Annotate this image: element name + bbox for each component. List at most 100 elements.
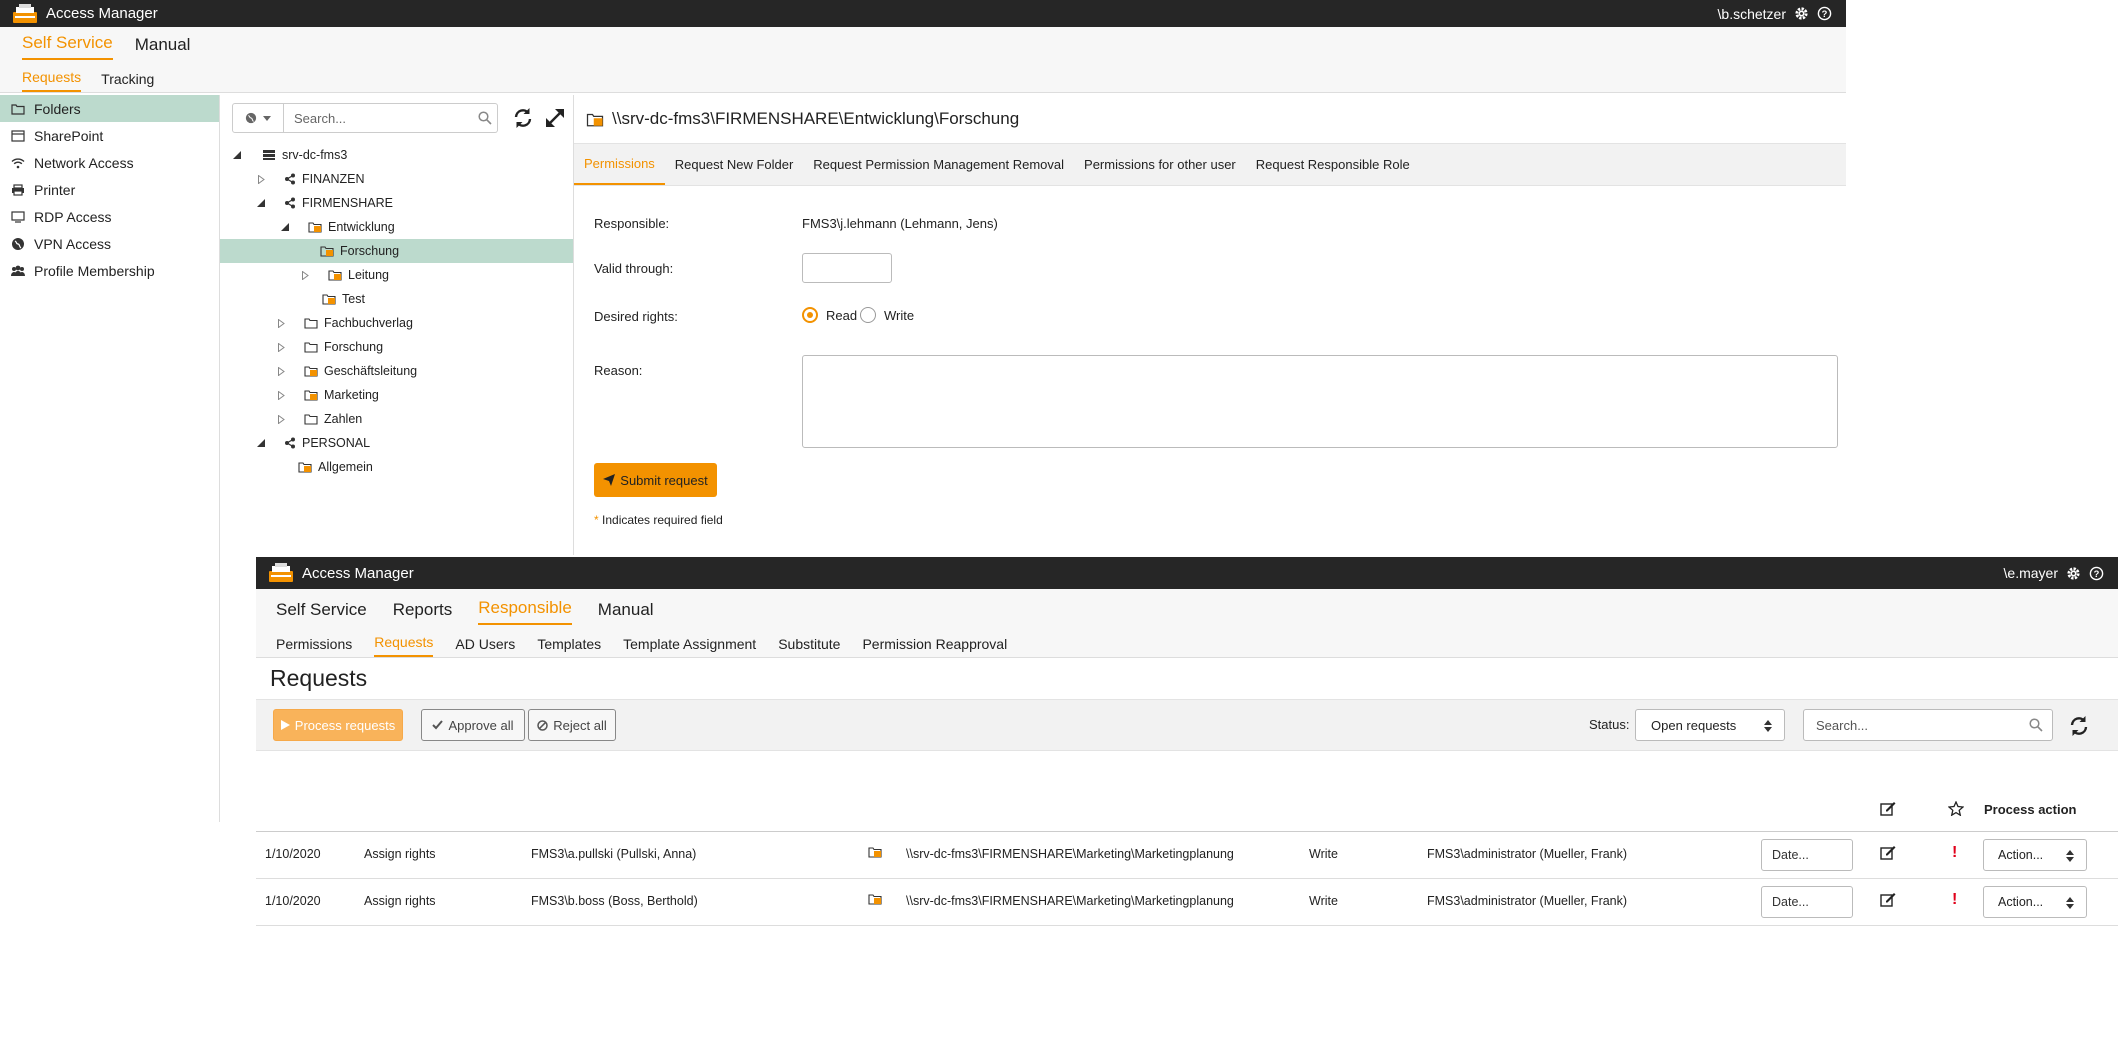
nav-reports[interactable]: Reports — [393, 600, 453, 625]
tree-node-leitung[interactable]: Leitung — [300, 263, 389, 287]
title-bar: Access Manager \b.schetzer ? — [0, 0, 1846, 27]
tab-permission-reapproval[interactable]: Permission Reapproval — [862, 636, 1007, 657]
expand-icon[interactable] — [544, 107, 566, 129]
scope-dropdown[interactable] — [232, 103, 284, 133]
sidebar-item-label: Network Access — [34, 154, 134, 171]
expand-triangle-icon[interactable] — [276, 414, 286, 424]
tree-node-personal[interactable]: PERSONAL — [256, 431, 370, 455]
tree-node-label: FIRMENSHARE — [302, 196, 393, 210]
alert-icon: ! — [1952, 891, 1958, 908]
radio-write-dot[interactable] — [860, 307, 876, 323]
tree-node-forschung-selected[interactable]: Forschung — [220, 239, 573, 263]
tab-requests[interactable]: Requests — [22, 69, 82, 92]
tab-template-assignment[interactable]: Template Assignment — [623, 636, 756, 657]
tree-node-forschung[interactable]: Forschung — [276, 335, 383, 359]
table-row[interactable]: 1/10/2020 Assign rights FMS3\b.boss (Bos… — [256, 879, 2118, 926]
expand-triangle-icon[interactable] — [276, 342, 286, 352]
row-date-input[interactable] — [1761, 839, 1853, 871]
required-star: * — [594, 513, 599, 527]
tab-ad-users[interactable]: AD Users — [455, 636, 515, 657]
collapse-triangle-icon[interactable] — [232, 150, 242, 160]
submit-request-button[interactable]: Submit request — [594, 463, 717, 497]
tab-permissions[interactable]: Permissions — [574, 144, 665, 185]
tree-node-finanzen[interactable]: FINANZEN — [256, 167, 365, 191]
expand-triangle-icon[interactable] — [276, 318, 286, 328]
current-user[interactable]: \b.schetzer — [1718, 6, 1786, 22]
tab-request-responsible-role[interactable]: Request Responsible Role — [1246, 144, 1420, 185]
row-action-select[interactable]: Action... — [1983, 839, 2087, 871]
tab-permissions-for-other-user[interactable]: Permissions for other user — [1074, 144, 1246, 185]
help-icon[interactable]: ? — [2089, 566, 2104, 581]
expand-triangle-icon[interactable] — [276, 366, 286, 376]
tab-requests[interactable]: Requests — [374, 634, 434, 657]
refresh-icon[interactable] — [512, 107, 534, 129]
expand-triangle-icon[interactable] — [300, 270, 310, 280]
process-requests-button[interactable]: Process requests — [273, 709, 403, 741]
tree-node-allgemein[interactable]: Allgemein — [298, 455, 373, 479]
tab-permissions[interactable]: Permissions — [276, 636, 352, 657]
tree-node-srv-dc-fms3[interactable]: srv-dc-fms3 — [232, 143, 347, 167]
sidebar-item-printer[interactable]: Printer — [0, 176, 219, 203]
users-icon — [10, 264, 26, 278]
tab-request-permission-management-removal[interactable]: Request Permission Management Removal — [803, 144, 1074, 185]
title-bar: Access Manager \e.mayer ? — [256, 557, 2118, 589]
globe-icon — [245, 112, 257, 124]
row-action-select[interactable]: Action... — [1983, 886, 2087, 918]
table-row[interactable]: 1/10/2020 Assign rights FMS3\a.pullski (… — [256, 832, 2118, 879]
request-detail-pane: \\srv-dc-fms3\FIRMENSHARE\Entwicklung\Fo… — [574, 95, 1846, 555]
nav-self-service[interactable]: Self Service — [22, 33, 113, 60]
sidebar-item-vpn-access[interactable]: VPN Access — [0, 230, 219, 257]
gear-icon[interactable] — [1794, 6, 1809, 21]
search-icon[interactable] — [2029, 718, 2043, 732]
sidebar-item-sharepoint[interactable]: SharePoint — [0, 122, 219, 149]
edit-icon[interactable] — [1880, 845, 1896, 860]
tree-node-zahlen[interactable]: Zahlen — [276, 407, 362, 431]
row-date-input[interactable] — [1761, 886, 1853, 918]
reject-all-button[interactable]: Reject all — [528, 709, 616, 741]
tab-request-new-folder[interactable]: Request New Folder — [665, 144, 804, 185]
status-select[interactable]: Open requests — [1635, 709, 1785, 741]
search-icon[interactable] — [478, 111, 492, 125]
tree-search-group — [232, 103, 498, 133]
tree-node-geschaeftsleitung[interactable]: Geschäftsleitung — [276, 359, 417, 383]
tree-search-input[interactable] — [284, 103, 498, 133]
edit-icon[interactable] — [1880, 892, 1896, 907]
nav-responsible[interactable]: Responsible — [478, 598, 572, 625]
tree-node-firmenshare[interactable]: FIRMENSHARE — [256, 191, 393, 215]
collapse-triangle-icon[interactable] — [256, 438, 266, 448]
reason-textarea[interactable] — [802, 355, 1838, 448]
approve-all-button[interactable]: Approve all — [421, 709, 525, 741]
tab-tracking[interactable]: Tracking — [101, 71, 154, 92]
sidebar-item-profile-membership[interactable]: Profile Membership — [0, 257, 219, 284]
refresh-icon[interactable] — [2068, 715, 2090, 737]
tab-substitute[interactable]: Substitute — [778, 636, 840, 657]
requests-search-input[interactable] — [1803, 709, 2053, 741]
sidebar-item-network-access[interactable]: Network Access — [0, 149, 219, 176]
help-icon[interactable]: ? — [1817, 6, 1832, 21]
sidebar-item-rdp-access[interactable]: RDP Access — [0, 203, 219, 230]
radio-write[interactable]: Write — [860, 307, 914, 323]
nav-manual[interactable]: Manual — [135, 35, 191, 60]
radio-read[interactable]: Read — [802, 307, 857, 323]
expand-triangle-icon[interactable] — [256, 174, 266, 184]
sidebar-item-folders[interactable]: Folders — [0, 95, 219, 122]
required-field-note: * Indicates required field — [594, 513, 723, 527]
tree-node-entwicklung[interactable]: Entwicklung — [280, 215, 395, 239]
collapse-triangle-icon[interactable] — [256, 198, 266, 208]
expand-triangle-icon[interactable] — [276, 390, 286, 400]
tree-node-label: Allgemein — [318, 460, 373, 474]
radio-read-dot[interactable] — [802, 307, 818, 323]
collapse-triangle-icon[interactable] — [280, 222, 290, 232]
tree-node-fachbuchverlag[interactable]: Fachbuchverlag — [276, 311, 413, 335]
nav-self-service[interactable]: Self Service — [276, 600, 367, 625]
tree-node-test[interactable]: Test — [322, 287, 365, 311]
row-type: Assign rights — [364, 894, 436, 908]
current-user[interactable]: \e.mayer — [2004, 565, 2058, 581]
tree-node-marketing[interactable]: Marketing — [276, 383, 379, 407]
row-type: Assign rights — [364, 847, 436, 861]
tab-templates[interactable]: Templates — [537, 636, 601, 657]
tree-node-label: srv-dc-fms3 — [282, 148, 348, 162]
gear-icon[interactable] — [2066, 566, 2081, 581]
valid-through-input[interactable] — [802, 253, 892, 283]
nav-manual[interactable]: Manual — [598, 600, 654, 625]
